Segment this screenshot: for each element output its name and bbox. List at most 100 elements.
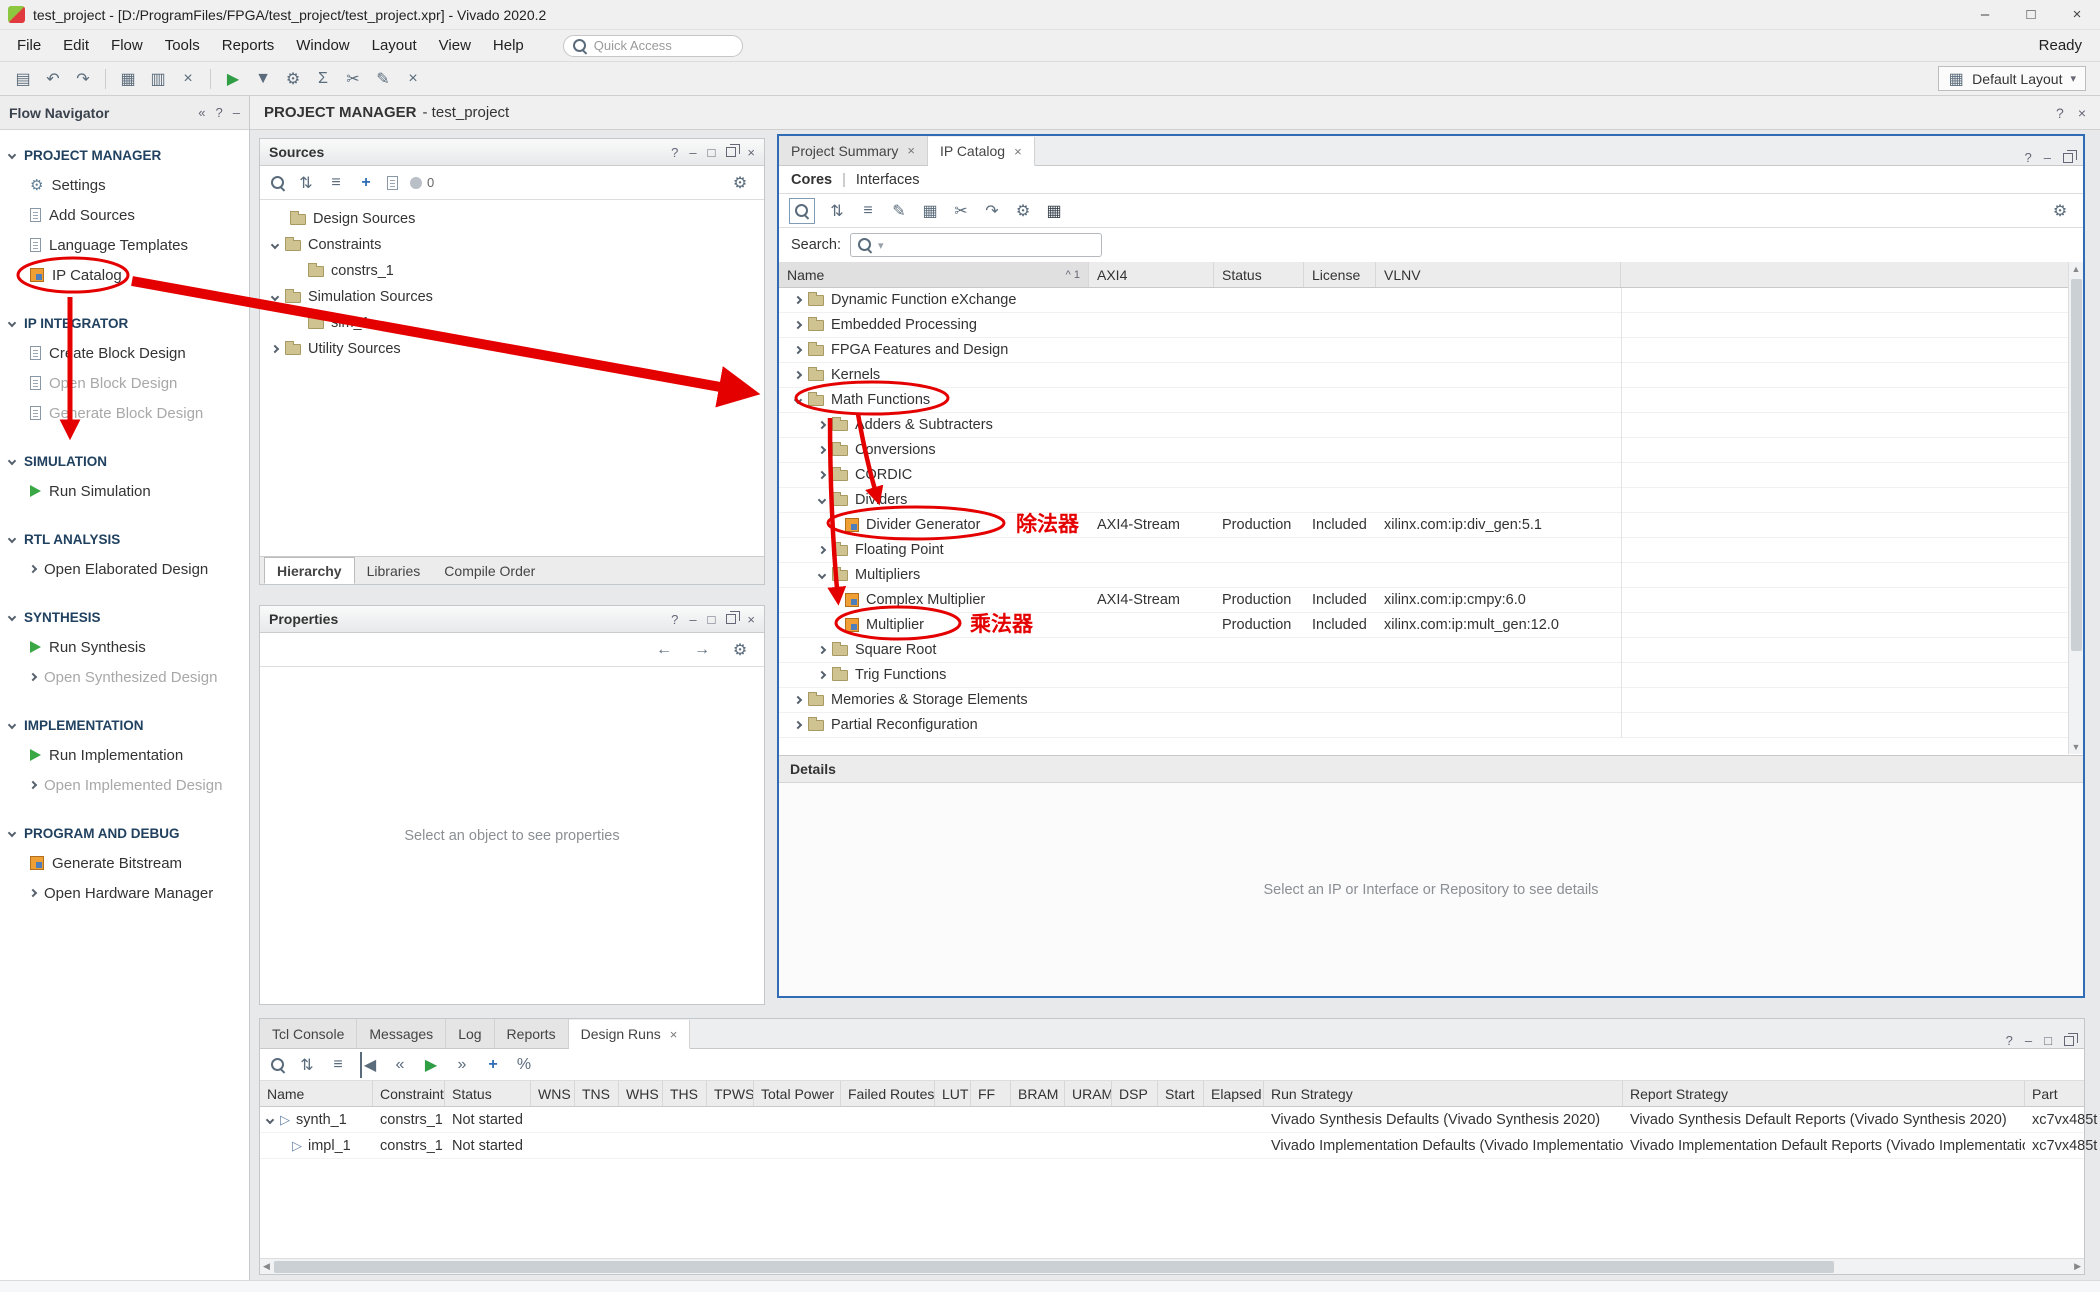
tab-messages[interactable]: Messages [357, 1019, 446, 1048]
help-icon[interactable]: ? [2025, 150, 2032, 165]
ip-row-memories-storage-elements[interactable]: Memories & Storage Elements [779, 688, 2083, 713]
subtab-cores[interactable]: Cores [791, 172, 832, 188]
ip-row-dividers[interactable]: Dividers [779, 488, 2083, 513]
scrollbar-thumb[interactable] [2071, 279, 2082, 651]
column-header[interactable]: DSP [1112, 1081, 1158, 1106]
ip-row-floating-point[interactable]: Floating Point [779, 538, 2083, 563]
back-icon[interactable]: ← [651, 637, 677, 663]
run-row-synth-1[interactable]: ▷synth_1 constrs_1 Not started Vivado Sy… [260, 1107, 2084, 1133]
collapse-all-icon[interactable]: ⇅ [828, 198, 846, 224]
ip-row-multiplier[interactable]: MultiplierProductionIncludedxilinx.com:i… [779, 613, 2083, 638]
search-icon[interactable] [271, 1058, 285, 1072]
settings-gear-icon[interactable]: ⚙ [2047, 198, 2073, 224]
ip-row-math-functions[interactable]: Math Functions [779, 388, 2083, 413]
chevron-right-icon[interactable] [818, 671, 826, 679]
column-header[interactable]: FF [971, 1081, 1011, 1106]
clear-button[interactable]: × [400, 66, 426, 92]
subtab-interfaces[interactable]: Interfaces [856, 172, 920, 188]
maximize-icon[interactable]: □ [708, 612, 716, 627]
search-icon[interactable] [271, 176, 285, 190]
cut-button[interactable]: ✂ [340, 66, 366, 92]
close-icon[interactable]: × [747, 612, 755, 627]
chevron-down-icon[interactable] [271, 293, 279, 301]
column-header-status[interactable]: Status [1214, 262, 1304, 287]
float-icon[interactable] [726, 147, 736, 157]
minimize-icon[interactable]: – [2025, 1033, 2032, 1048]
window-minimize-button[interactable]: – [1962, 0, 2008, 30]
ip-row-embedded-processing[interactable]: Embedded Processing [779, 313, 2083, 338]
menu-window[interactable]: Window [285, 34, 360, 58]
tree-item-utility-sources[interactable]: Utility Sources [260, 336, 764, 362]
ip-row-divider-generator[interactable]: Divider GeneratorAXI4-StreamProductionIn… [779, 513, 2083, 538]
chevron-right-icon[interactable] [818, 546, 826, 554]
help-icon[interactable]: ? [2006, 1033, 2013, 1048]
chevron-down-icon[interactable] [818, 571, 826, 579]
column-header[interactable]: Total Power [754, 1081, 841, 1106]
sidebar-item-run-implementation[interactable]: Run Implementation [0, 740, 249, 770]
scroll-right-icon[interactable]: ▶ [2074, 1260, 2081, 1274]
section-header-implementation[interactable]: IMPLEMENTATION [0, 710, 249, 740]
expand-all-icon[interactable]: ≡ [327, 170, 345, 196]
settings-gear-icon[interactable]: ⚙ [727, 637, 753, 663]
tab-hierarchy[interactable]: Hierarchy [264, 557, 355, 584]
ip-row-kernels[interactable]: Kernels [779, 363, 2083, 388]
column-header[interactable]: BRAM [1011, 1081, 1065, 1106]
edit-button[interactable]: ✎ [370, 66, 396, 92]
chevron-right-icon[interactable] [271, 345, 279, 353]
sidebar-item-add-sources[interactable]: Add Sources [0, 200, 249, 230]
chevron-down-icon[interactable] [794, 396, 802, 404]
quick-access-search[interactable]: Quick Access [563, 35, 743, 57]
column-header-axi4[interactable]: AXI4 [1089, 262, 1214, 287]
ip-row-cordic[interactable]: CORDIC [779, 463, 2083, 488]
chevron-right-icon[interactable] [818, 471, 826, 479]
delete-button[interactable]: × [175, 66, 201, 92]
ip-row-conversions[interactable]: Conversions [779, 438, 2083, 463]
column-header[interactable]: Part [2025, 1081, 2100, 1106]
maximize-icon[interactable]: □ [708, 145, 716, 160]
expand-all-icon[interactable]: ≡ [859, 198, 877, 224]
collapse-all-icon[interactable]: ⇅ [297, 170, 315, 196]
link-icon[interactable]: ↷ [983, 198, 1001, 224]
tab-project-summary[interactable]: Project Summary× [779, 136, 928, 165]
column-header[interactable]: THS [663, 1081, 707, 1106]
sidebar-item-open-block-design[interactable]: Open Block Design [0, 368, 249, 398]
chevron-right-icon[interactable] [818, 421, 826, 429]
column-header[interactable]: Report Strategy [1623, 1081, 2025, 1106]
column-header-vlnv[interactable]: VLNV [1376, 262, 1621, 287]
section-header-synthesis[interactable]: SYNTHESIS [0, 602, 249, 632]
column-header[interactable]: URAM [1065, 1081, 1112, 1106]
run-button[interactable]: ▶ [220, 66, 246, 92]
redo-button[interactable]: ↷ [70, 66, 96, 92]
undo-button[interactable]: ↶ [40, 66, 66, 92]
tree-item-simulation-sources[interactable]: Simulation Sources [260, 284, 764, 310]
chevron-down-icon[interactable] [266, 1115, 274, 1123]
menu-tools[interactable]: Tools [154, 34, 211, 58]
tree-item-constrs-1[interactable]: constrs_1 [260, 258, 764, 284]
program-debug-button[interactable]: ▼ [250, 66, 276, 92]
column-header[interactable]: Status [445, 1081, 531, 1106]
window-close-button[interactable]: × [2054, 0, 2100, 30]
save-button[interactable]: ▤ [10, 66, 36, 92]
tree-item-design-sources[interactable]: Design Sources [260, 206, 764, 232]
ip-row-trig-functions[interactable]: Trig Functions [779, 663, 2083, 688]
column-header[interactable]: Elapsed [1204, 1081, 1264, 1106]
help-icon[interactable]: ? [671, 612, 678, 627]
sidebar-item-settings[interactable]: ⚙Settings [0, 170, 249, 200]
menu-flow[interactable]: Flow [100, 34, 154, 58]
tab-log[interactable]: Log [446, 1019, 494, 1048]
expand-all-icon[interactable]: ≡ [329, 1052, 347, 1078]
float-icon[interactable] [726, 614, 736, 624]
sidebar-item-run-simulation[interactable]: Run Simulation [0, 476, 249, 506]
settings-gear-icon[interactable]: ⚙ [280, 66, 306, 92]
menu-layout[interactable]: Layout [361, 34, 428, 58]
first-icon[interactable]: ◀ [360, 1052, 378, 1078]
collapse-panel-icon[interactable]: « [198, 105, 205, 120]
wrench-icon[interactable]: ✂ [952, 198, 970, 224]
report-icon[interactable] [387, 176, 398, 190]
minimize-icon[interactable]: – [689, 612, 696, 627]
sidebar-item-ip-catalog[interactable]: IP Catalog [0, 260, 249, 290]
ip-row-multipliers[interactable]: Multipliers [779, 563, 2083, 588]
section-header-project-manager[interactable]: PROJECT MANAGER [0, 140, 249, 170]
percentage-icon[interactable]: % [515, 1052, 533, 1078]
vertical-scrollbar[interactable]: ▲ ▼ [2068, 262, 2083, 754]
